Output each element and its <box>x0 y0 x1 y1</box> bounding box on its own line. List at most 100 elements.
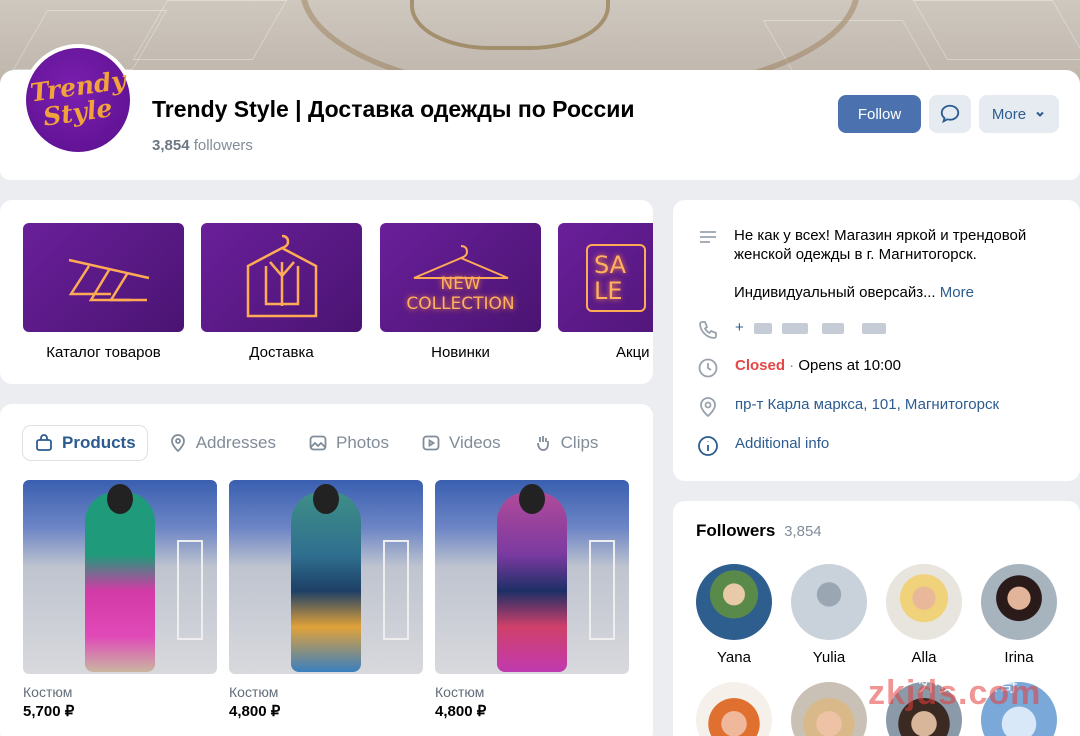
product-photo <box>23 480 217 674</box>
followers-header[interactable]: Followers 3,854 <box>696 521 822 541</box>
description-text: Не как у всех! Магазин яркой и трендовой… <box>734 227 1027 263</box>
followers-title: Followers <box>696 521 776 540</box>
location-pin-icon <box>170 434 185 453</box>
album-thumbnail <box>201 223 362 332</box>
tab-clips[interactable]: Clips <box>522 426 610 460</box>
album-label: Новинки <box>431 344 490 361</box>
clock-icon <box>698 358 718 378</box>
location-pin-icon <box>700 397 716 418</box>
watermark: zkjds.com <box>868 674 1042 712</box>
bag-icon <box>36 434 52 451</box>
status-closed: Closed <box>735 357 786 374</box>
status-separator: · <box>785 357 799 374</box>
follower-item[interactable]: Yana <box>696 564 772 666</box>
product-title: Костюм <box>435 684 485 700</box>
video-icon <box>422 435 440 451</box>
description-more-link[interactable]: More <box>940 284 974 301</box>
address-link[interactable]: пр-т Карла маркса, 101, Магнитогорск <box>735 396 999 418</box>
follower-item[interactable]: Alla <box>886 564 962 666</box>
album-sale[interactable]: SA LE Акци <box>558 223 653 361</box>
product-card[interactable]: Костюм 5,700 ₽ <box>23 480 217 720</box>
product-card[interactable]: Костюм 4,800 ₽ <box>435 480 629 720</box>
phone-icon <box>699 321 717 339</box>
follower-item[interactable]: Irina <box>981 564 1057 666</box>
clips-icon <box>536 436 549 451</box>
product-price: 4,800 ₽ <box>435 703 487 720</box>
tab-label: Addresses <box>195 433 277 452</box>
description: Не как у всех! Магазин яркой и трендовой… <box>734 226 1069 302</box>
tab-label: Photos <box>336 433 389 452</box>
additional-info-link[interactable]: Additional info <box>735 435 829 457</box>
follower-name: Alla <box>911 649 937 666</box>
more-button[interactable]: More <box>979 95 1059 133</box>
description-text-2: Индивидуальный оверсайз... <box>734 284 936 301</box>
product-photo <box>229 480 423 674</box>
followers-count-line[interactable]: 3,854 followers <box>152 137 253 154</box>
jacket-icon <box>246 234 317 317</box>
avatar <box>981 564 1057 640</box>
album-thumbnail: SA LE <box>558 223 653 332</box>
message-icon <box>940 104 960 124</box>
album-delivery[interactable]: Доставка <box>201 223 362 361</box>
message-button[interactable] <box>929 95 971 133</box>
follower-item[interactable] <box>696 682 772 736</box>
tab-photos[interactable]: Photos <box>297 426 400 460</box>
avatar <box>791 682 867 736</box>
product-photo <box>435 480 629 674</box>
follower-name: Yana <box>717 649 751 666</box>
avatar-logo-text-2: Style <box>41 93 115 132</box>
product-price: 5,700 ₽ <box>23 703 75 720</box>
tab-label: Clips <box>560 433 599 452</box>
followers-count: 3,854 <box>152 137 190 154</box>
tab-label: Products <box>62 433 136 452</box>
photo-icon <box>309 435 327 451</box>
followers-word: followers <box>193 137 253 154</box>
album-new[interactable]: NEW COLLECTION Новинки <box>380 223 541 361</box>
group-avatar[interactable]: Trendy Style <box>22 44 134 156</box>
follower-name: Yulia <box>812 649 846 666</box>
info-card: Не как у всех! Магазин яркой и трендовой… <box>673 200 1080 481</box>
product-title: Костюм <box>229 684 279 700</box>
album-art-text: SA LE <box>586 243 646 312</box>
follower-item[interactable] <box>791 682 867 736</box>
group-title: Trendy Style | Доставка одежды по России <box>152 96 635 122</box>
follower-item[interactable]: Yulia <box>791 564 867 666</box>
album-thumbnail <box>23 223 184 332</box>
description-icon <box>700 231 716 243</box>
chevron-down-icon <box>1036 111 1044 117</box>
products-card: Products Addresses Photos Videos Clips К… <box>0 404 653 736</box>
album-catalog[interactable]: Каталог товаров <box>23 223 184 361</box>
avatar <box>696 682 772 736</box>
opening-time: Opens at 10:00 <box>798 357 901 374</box>
info-icon <box>698 436 718 456</box>
followers-header-count: 3,854 <box>784 523 822 540</box>
album-art-text: NEW COLLECTION <box>406 273 515 314</box>
avatar <box>886 564 962 640</box>
product-card[interactable]: Костюм 4,800 ₽ <box>229 480 423 720</box>
avatar <box>696 564 772 640</box>
albums-card: Каталог товаров Доставка NEW COLLECTION … <box>0 200 653 384</box>
album-thumbnail: NEW COLLECTION <box>380 223 541 332</box>
address-row[interactable]: пр-т Карла маркса, 101, Магнитогорск <box>697 396 999 418</box>
follow-label: Follow <box>857 105 902 123</box>
hanger-rack-icon <box>68 258 149 301</box>
product-price: 4,800 ₽ <box>229 703 281 720</box>
phone-prefix: + <box>735 319 744 336</box>
phone-row[interactable]: + <box>697 319 887 341</box>
hours-row[interactable]: Closed · Opens at 10:00 <box>697 357 901 379</box>
tab-label: Videos <box>448 433 501 452</box>
additional-info-row[interactable]: Additional info <box>697 435 829 457</box>
content-tabs: Products Addresses Photos Videos Clips <box>23 426 609 460</box>
album-label: Каталог товаров <box>46 344 161 361</box>
tab-products[interactable]: Products <box>23 426 147 460</box>
tab-addresses[interactable]: Addresses <box>157 426 287 460</box>
phone-number[interactable]: + <box>735 319 887 341</box>
tab-videos[interactable]: Videos <box>410 426 512 460</box>
album-label: Акци <box>616 344 650 361</box>
more-label: More <box>991 105 1027 123</box>
follow-button[interactable]: Follow <box>838 95 921 133</box>
avatar <box>791 564 867 640</box>
product-title: Костюм <box>23 684 73 700</box>
follower-name: Irina <box>1004 649 1034 666</box>
album-label: Доставка <box>249 344 314 361</box>
